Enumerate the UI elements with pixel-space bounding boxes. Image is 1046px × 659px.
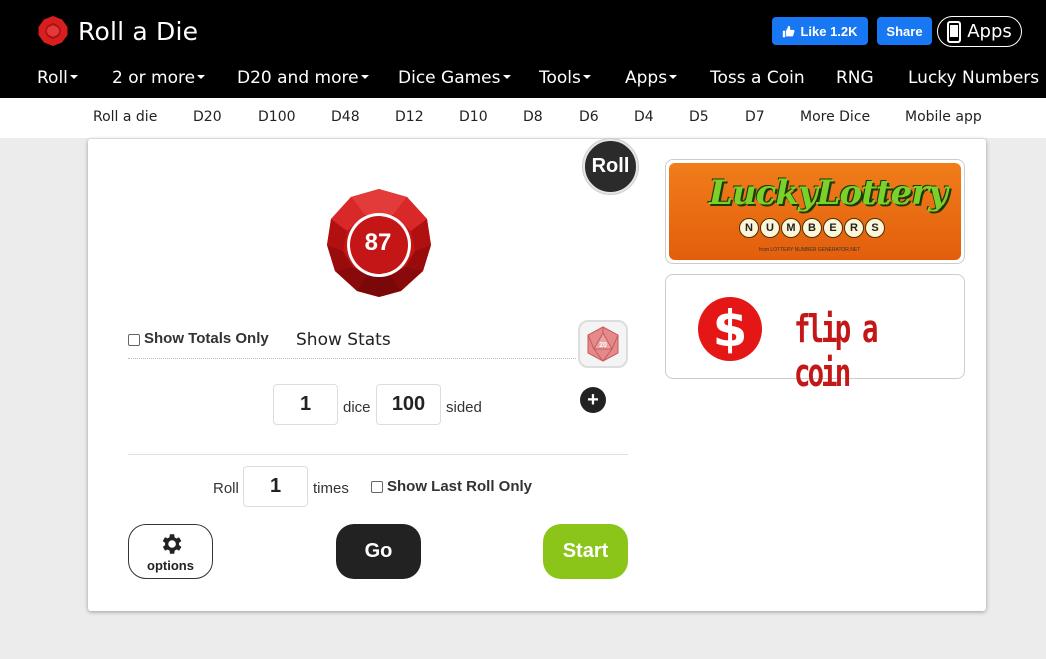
nav-roll[interactable]: Roll: [37, 68, 78, 88]
show-last-roll-only-checkbox[interactable]: [371, 481, 383, 493]
thumbs-up-icon: [783, 25, 795, 37]
facebook-like-label: Like 1.2K: [800, 23, 858, 39]
roll-label: Roll: [213, 480, 239, 497]
go-button[interactable]: Go: [336, 524, 421, 579]
dice-count-input[interactable]: 1: [273, 384, 338, 425]
gear-icon: [162, 533, 181, 554]
dice-label: dice: [343, 399, 371, 416]
lottery-ball: U: [760, 218, 780, 238]
d20-icon: 20: [587, 326, 619, 362]
apps-label: Apps: [967, 21, 1012, 42]
phone-icon: [947, 20, 962, 43]
subnav-d6[interactable]: D6: [579, 109, 599, 125]
subnav-d8[interactable]: D8: [523, 109, 543, 125]
lottery-ball: E: [823, 218, 843, 238]
roll-button-label: Roll: [591, 155, 630, 177]
go-label: Go: [364, 540, 393, 562]
subnav-d20[interactable]: D20: [193, 109, 222, 125]
subnav-d4[interactable]: D4: [634, 109, 654, 125]
start-label: Start: [562, 540, 609, 562]
caret-down-icon: [69, 75, 78, 79]
facebook-share-label: Share: [886, 23, 923, 39]
lottery-ball: M: [781, 218, 801, 238]
d20-icon-label: 20: [599, 342, 607, 349]
nav-tools[interactable]: Tools: [539, 68, 591, 88]
lottery-ball: B: [802, 218, 822, 238]
nav-toss-a-coin[interactable]: Toss a Coin: [710, 68, 805, 88]
caret-down-icon: [502, 75, 511, 79]
nav-dice-games-label: Dice Games: [398, 68, 501, 88]
divider: [128, 358, 576, 359]
plus-icon: +: [587, 389, 599, 411]
show-last-roll-only-label[interactable]: Show Last Roll Only: [387, 478, 532, 495]
options-button[interactable]: options: [128, 524, 213, 579]
nav-d20-label: D20 and more: [237, 68, 359, 88]
coin-symbol: $: [712, 300, 748, 358]
top-bar: Roll a Die Like 1.2K Share Apps Roll 2 o…: [0, 0, 1046, 98]
subnav-mobile-app[interactable]: Mobile app: [905, 109, 982, 125]
nav-d20-and-more[interactable]: D20 and more: [237, 68, 369, 88]
nav-lucky-numbers[interactable]: Lucky Numbers: [908, 68, 1039, 88]
subnav-d100[interactable]: D100: [258, 109, 296, 125]
facebook-share-button[interactable]: Share: [877, 17, 932, 45]
sides-input[interactable]: 100: [376, 384, 441, 425]
nav-2-or-more[interactable]: 2 or more: [112, 68, 206, 88]
options-label: options: [147, 557, 194, 573]
flip-a-coin-text: flip a coin: [794, 307, 878, 395]
site-title: Roll a Die: [78, 16, 199, 46]
facebook-like-button[interactable]: Like 1.2K: [772, 17, 868, 45]
die-value: 87: [364, 229, 392, 256]
show-stats-link[interactable]: Show Stats: [296, 330, 391, 350]
sided-label: sided: [446, 399, 482, 416]
subnav-more-dice[interactable]: More Dice: [800, 109, 870, 125]
show-totals-only-checkbox[interactable]: [128, 334, 140, 346]
die-logo-icon: [38, 16, 68, 46]
brand[interactable]: Roll a Die: [37, 15, 198, 47]
caret-down-icon: [197, 75, 206, 79]
nav-tools-label: Tools: [539, 68, 581, 88]
caret-down-icon: [582, 75, 591, 79]
subnav-roll-a-die[interactable]: Roll a die: [93, 109, 157, 125]
subnav-d7[interactable]: D7: [745, 109, 765, 125]
nav-2-or-more-label: 2 or more: [112, 68, 196, 88]
subnav-d48[interactable]: D48: [331, 109, 360, 125]
add-die-button[interactable]: +: [580, 387, 606, 413]
divider: [128, 454, 628, 455]
start-button[interactable]: Start: [543, 524, 628, 579]
main-nav: Roll 2 or more D20 and more Dice Games T…: [0, 62, 1046, 98]
times-input[interactable]: 1: [243, 466, 308, 507]
caret-down-icon: [669, 75, 678, 79]
lucky-lottery-ad[interactable]: LuckyLottery N U M B E R S from LOTTERY …: [665, 159, 965, 264]
lottery-source: from LOTTERY NUMBER GENERATOR.NET: [759, 247, 861, 253]
times-label: times: [313, 480, 349, 497]
nav-apps-label: Apps: [625, 68, 668, 88]
d20-button[interactable]: 20: [578, 320, 628, 368]
lottery-ball: R: [844, 218, 864, 238]
flip-a-coin-ad[interactable]: $ flip a coin: [665, 274, 965, 395]
subnav-d5[interactable]: D5: [689, 109, 709, 125]
sub-nav: Roll a die D20 D100 D48 D12 D10 D8 D6 D4…: [0, 98, 1046, 138]
lottery-ball: S: [865, 218, 885, 238]
dollar-coin-icon: $: [698, 297, 762, 361]
lucky-lottery-banner: LuckyLottery N U M B E R S from LOTTERY …: [669, 163, 961, 260]
caret-down-icon: [360, 75, 369, 79]
nav-apps[interactable]: Apps: [625, 68, 678, 88]
lottery-ball: N: [739, 218, 759, 238]
subnav-d10[interactable]: D10: [459, 109, 488, 125]
lucky-lottery-title: LuckyLottery: [709, 173, 948, 213]
apps-button[interactable]: Apps: [937, 16, 1022, 47]
nav-rng[interactable]: RNG: [836, 68, 874, 88]
lottery-balls: N U M B E R S: [739, 218, 886, 238]
show-totals-only-label[interactable]: Show Totals Only: [144, 330, 269, 347]
subnav-d12[interactable]: D12: [395, 109, 424, 125]
nav-dice-games[interactable]: Dice Games: [398, 68, 511, 88]
roll-button[interactable]: Roll: [583, 139, 638, 194]
nav-roll-label: Roll: [37, 68, 68, 88]
